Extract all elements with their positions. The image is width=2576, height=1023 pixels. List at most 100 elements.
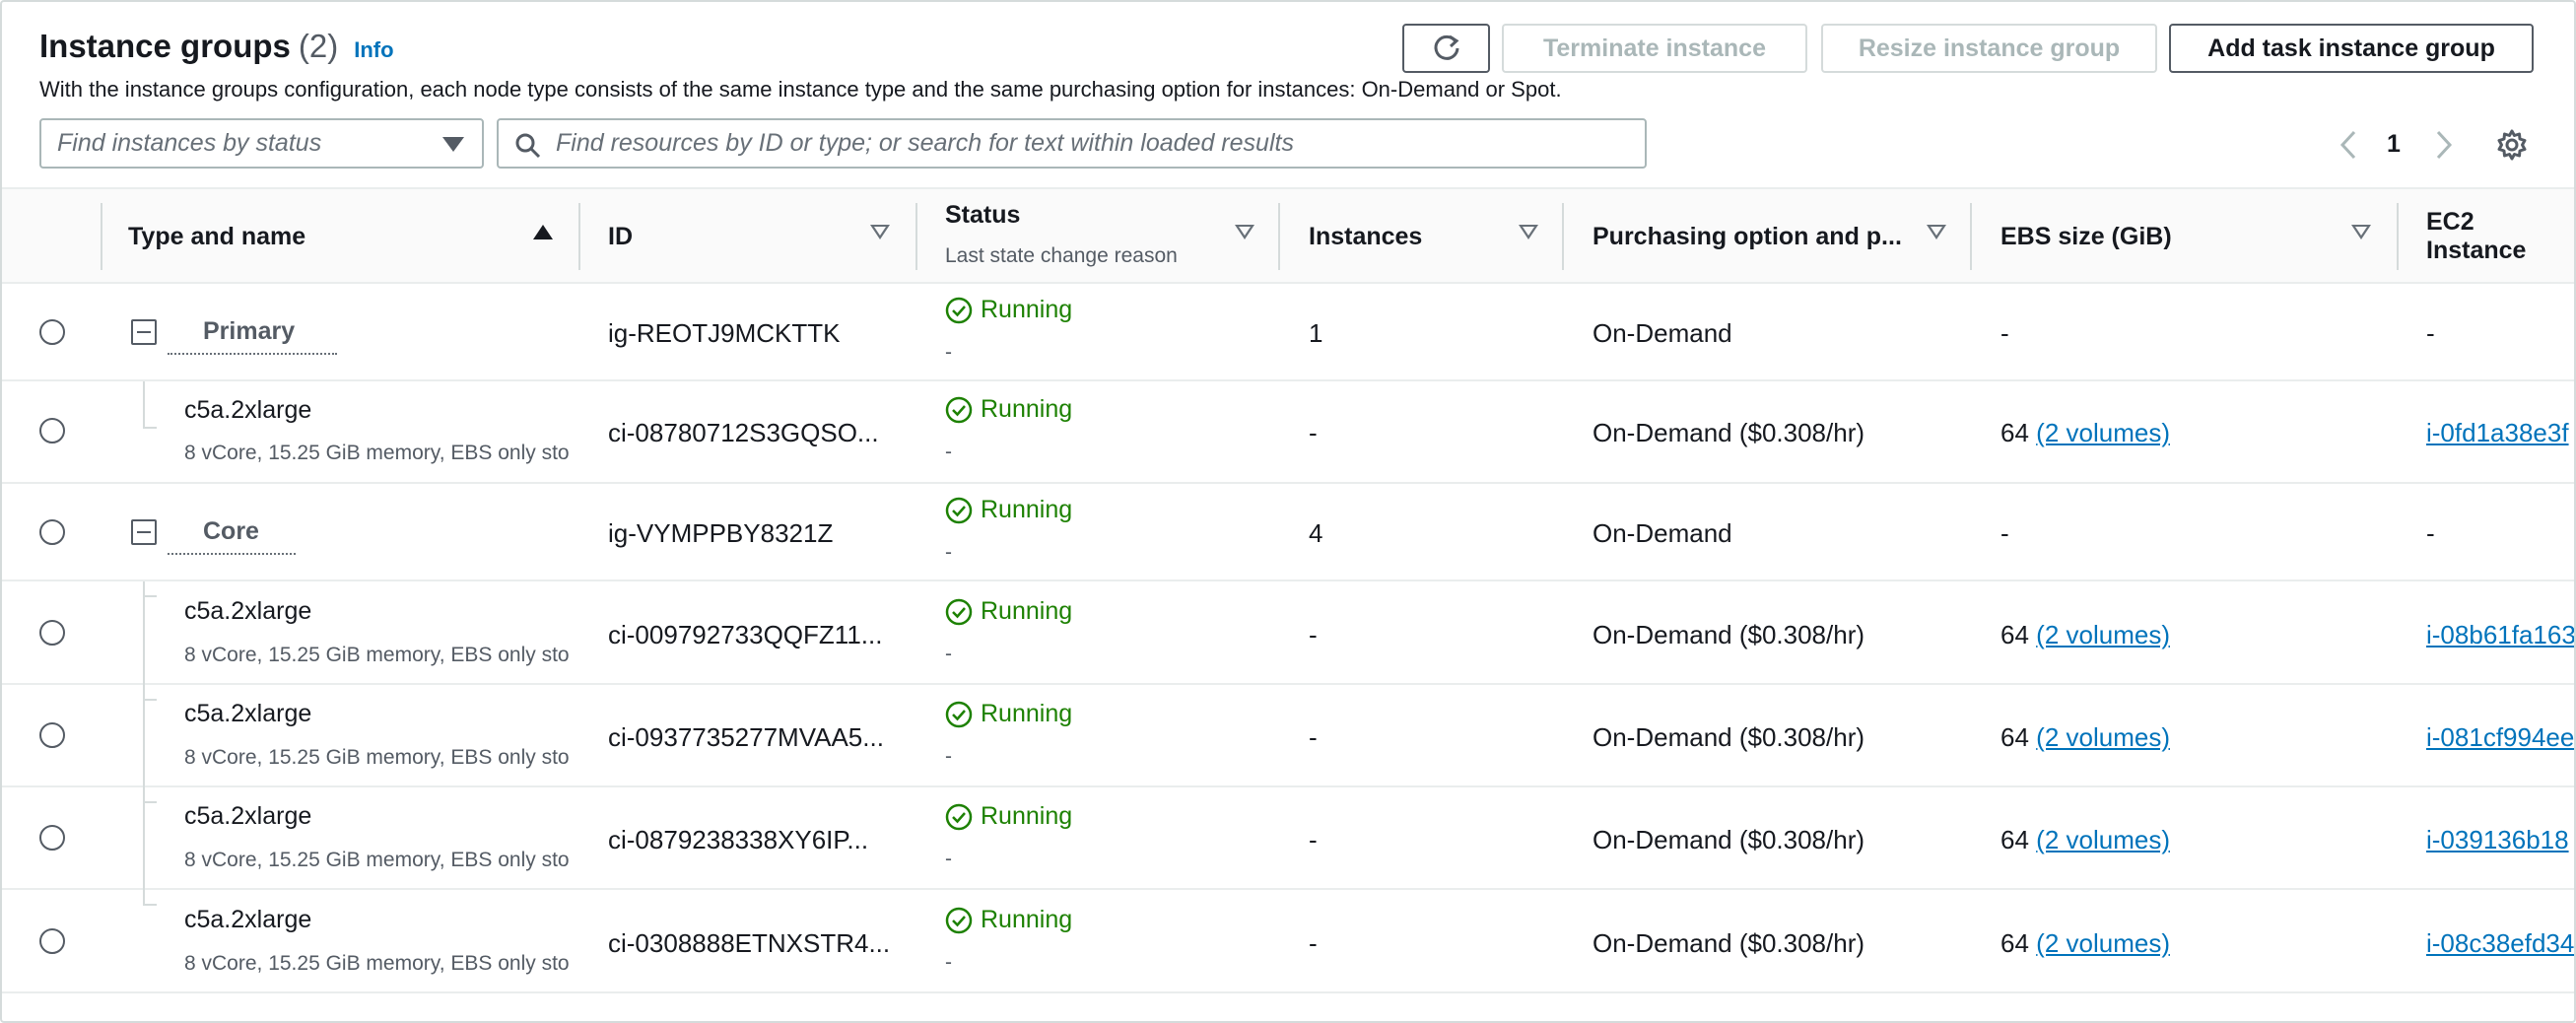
table-row[interactable]: c5a.2xlarge 8 vCore, 15.25 GiB memory, E… — [2, 381, 2574, 484]
instance-type: c5a.2xlarge — [184, 396, 312, 424]
gear-icon[interactable] — [2495, 128, 2529, 162]
table-row[interactable]: Primary ig-REOTJ9MCKTTK Running - 1 On-D… — [2, 284, 2574, 381]
ebs-volumes-link[interactable]: (2 volumes) — [2036, 825, 2170, 854]
column-divider[interactable] — [1278, 203, 1280, 270]
row-radio[interactable] — [39, 620, 65, 646]
sort-icon[interactable] — [1927, 225, 1946, 239]
column-divider[interactable] — [1970, 203, 1972, 270]
refresh-button[interactable] — [1402, 24, 1490, 73]
search-input[interactable]: Find resources by ID or type; or search … — [497, 118, 1647, 169]
row-id: ci-08780712S3GQSO... — [608, 418, 879, 447]
chevron-left-icon[interactable] — [2335, 128, 2364, 162]
status-indicator: Running — [945, 700, 1072, 728]
table-row[interactable]: c5a.2xlarge 8 vCore, 15.25 GiB memory, E… — [2, 685, 2574, 787]
status-indicator: Running — [945, 496, 1072, 524]
status-text: Running — [981, 597, 1073, 625]
row-ebs-size: - — [2000, 518, 2009, 548]
instance-spec: 8 vCore, 15.25 GiB memory, EBS only sto — [184, 442, 570, 464]
status-indicator: Running — [945, 802, 1072, 831]
collapse-icon[interactable] — [131, 519, 157, 545]
resize-instance-group-button[interactable]: Resize instance group — [1821, 24, 2157, 73]
status-text: Running — [981, 906, 1073, 933]
status-reason: - — [945, 541, 952, 564]
instance-spec: 8 vCore, 15.25 GiB memory, EBS only sto — [184, 952, 570, 975]
row-purchasing: On-Demand ($0.308/hr) — [1593, 418, 1865, 447]
instance-type: c5a.2xlarge — [184, 700, 312, 727]
column-header-purchasing[interactable]: Purchasing option and p... — [1593, 189, 1902, 284]
table-header: Type and name ID Status Last state chang… — [2, 187, 2574, 284]
table-row[interactable]: c5a.2xlarge 8 vCore, 15.25 GiB memory, E… — [2, 787, 2574, 890]
instance-spec: 8 vCore, 15.25 GiB memory, EBS only sto — [184, 644, 570, 666]
row-instances: 1 — [1309, 318, 1323, 348]
status-reason: - — [945, 951, 952, 974]
title-row: Instance groups (2) Info — [39, 28, 394, 65]
ec2-instance-link[interactable]: i-081cf994ee — [2426, 722, 2574, 753]
group-name-underline — [168, 353, 337, 355]
column-header-instances[interactable]: Instances — [1309, 189, 1422, 284]
tree-line — [143, 890, 145, 904]
table-row[interactable]: c5a.2xlarge 8 vCore, 15.25 GiB memory, E… — [2, 581, 2574, 685]
status-reason: - — [945, 848, 952, 870]
check-circle-icon — [945, 396, 973, 423]
row-ebs: 64 (2 volumes) — [2000, 825, 2170, 855]
sort-icon[interactable] — [1519, 225, 1538, 239]
column-header-ebs-size[interactable]: EBS size (GiB) — [2000, 189, 2172, 284]
column-header-ec2-instance[interactable]: EC2 Instance — [2426, 189, 2574, 284]
sort-icon[interactable] — [1235, 225, 1254, 239]
chevron-right-icon[interactable] — [2428, 128, 2458, 162]
column-divider[interactable] — [1562, 203, 1564, 270]
row-radio[interactable] — [39, 722, 65, 748]
ec2-instance-link[interactable]: i-039136b18 — [2426, 825, 2574, 855]
status-filter-select[interactable]: Find instances by status — [39, 118, 484, 169]
instance-type: c5a.2xlarge — [184, 906, 312, 933]
status-text: Running — [981, 802, 1073, 830]
row-id: ig-REOTJ9MCKTTK — [608, 318, 841, 348]
ec2-instance-link[interactable]: i-08b61fa163 — [2426, 620, 2574, 650]
row-id: ci-0879238338XY6IP... — [608, 825, 869, 854]
column-header-type-name[interactable]: Type and name — [128, 189, 305, 284]
row-instances: - — [1309, 722, 1318, 752]
row-radio[interactable] — [39, 519, 65, 545]
group-name[interactable]: Primary — [203, 317, 295, 346]
ebs-size: 64 — [2000, 620, 2029, 649]
ec2-instance-link[interactable]: i-0fd1a38e3f — [2426, 418, 2574, 448]
info-link[interactable]: Info — [354, 37, 393, 63]
group-name[interactable]: Core — [203, 517, 259, 546]
sort-icon[interactable] — [2351, 225, 2371, 239]
ebs-volumes-link[interactable]: (2 volumes) — [2036, 928, 2170, 958]
row-ebs: 64 (2 volumes) — [2000, 722, 2170, 753]
current-page[interactable]: 1 — [2384, 130, 2404, 159]
check-circle-icon — [945, 907, 973, 933]
collapse-icon[interactable] — [131, 319, 157, 345]
row-radio[interactable] — [39, 418, 65, 443]
instance-spec: 8 vCore, 15.25 GiB memory, EBS only sto — [184, 746, 570, 769]
row-purchasing: On-Demand ($0.308/hr) — [1593, 620, 1865, 649]
table-row[interactable]: Core ig-VYMPPBY8321Z Running - 4 On-Dema… — [2, 484, 2574, 581]
table-row[interactable]: c5a.2xlarge 8 vCore, 15.25 GiB memory, E… — [2, 890, 2574, 993]
ebs-size: 64 — [2000, 418, 2029, 447]
sort-ascending-icon[interactable] — [533, 225, 553, 239]
row-radio[interactable] — [39, 928, 65, 954]
row-instances: - — [1309, 928, 1318, 958]
column-divider[interactable] — [578, 203, 580, 270]
row-purchasing: On-Demand — [1593, 318, 1732, 348]
refresh-icon — [1434, 34, 1458, 60]
terminate-instance-button[interactable]: Terminate instance — [1502, 24, 1807, 73]
caret-down-icon — [442, 137, 464, 152]
column-divider[interactable] — [915, 203, 917, 270]
add-task-instance-group-button[interactable]: Add task instance group — [2169, 24, 2534, 73]
row-radio[interactable] — [39, 825, 65, 851]
ec2-instance-link[interactable]: i-08c38efd34 — [2426, 928, 2574, 959]
check-circle-icon — [945, 803, 973, 830]
status-text: Running — [981, 296, 1073, 323]
status-reason: - — [945, 643, 952, 665]
ebs-volumes-link[interactable]: (2 volumes) — [2036, 722, 2170, 752]
column-header-id[interactable]: ID — [608, 189, 633, 284]
sort-icon[interactable] — [870, 225, 890, 239]
column-divider[interactable] — [2397, 203, 2399, 270]
row-ec2-instance: - — [2426, 518, 2435, 548]
row-radio[interactable] — [39, 319, 65, 345]
check-circle-icon — [945, 701, 973, 727]
ebs-volumes-link[interactable]: (2 volumes) — [2036, 418, 2170, 447]
ebs-volumes-link[interactable]: (2 volumes) — [2036, 620, 2170, 649]
